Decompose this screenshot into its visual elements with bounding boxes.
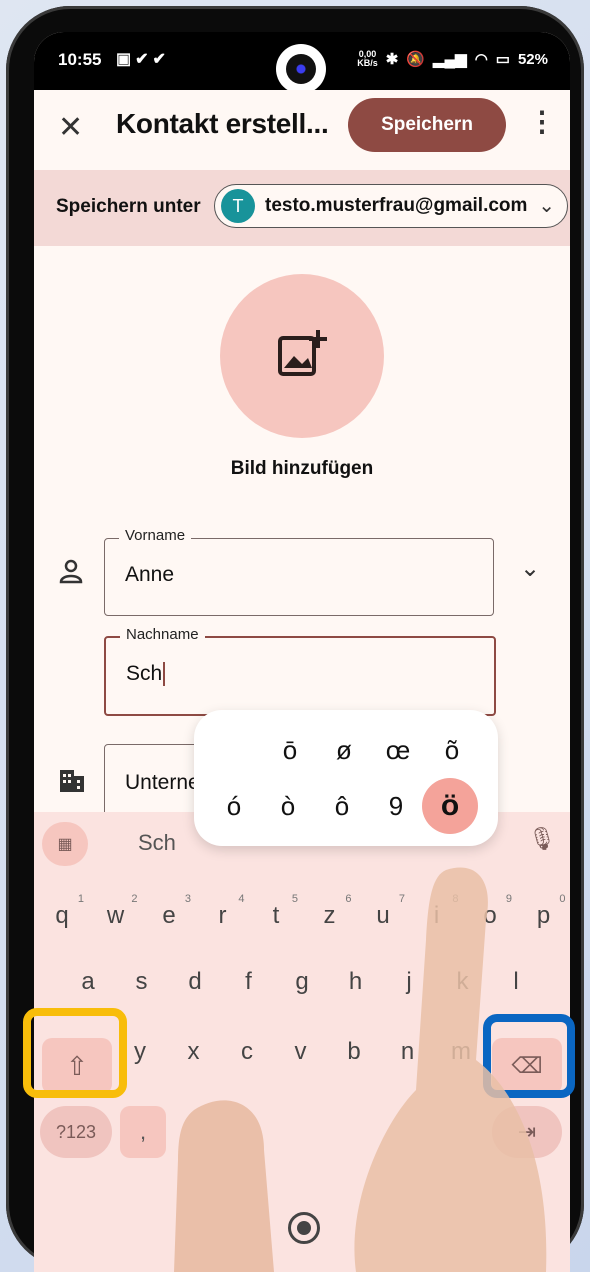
lastname-value-wrap: Sch	[126, 662, 166, 687]
key-q[interactable]: q1	[38, 888, 86, 944]
accent-key-selected[interactable]: ö	[422, 778, 478, 834]
key-w[interactable]: w2	[92, 888, 140, 944]
silent-icon: 🔕	[406, 51, 425, 68]
status-time: 10:55	[58, 50, 102, 69]
accent-key[interactable]: ò	[264, 782, 312, 830]
key-f[interactable]: f	[225, 954, 273, 1010]
signal-icon: ▂▄▆	[432, 51, 467, 68]
save-button[interactable]: Speichern	[348, 98, 506, 152]
key-t[interactable]: t5	[252, 888, 300, 944]
chevron-down-icon: ⌄	[538, 195, 555, 217]
accent-key[interactable]: ô	[318, 782, 366, 830]
avatar: T	[221, 189, 255, 223]
key-v[interactable]: v	[277, 1024, 325, 1080]
save-to-label: Speichern unter	[56, 196, 201, 217]
key-number-hint: 2	[131, 893, 138, 905]
building-icon	[60, 770, 84, 792]
add-photo-label: Bild hinzufügen	[230, 458, 374, 479]
key-number-hint: 3	[184, 893, 191, 905]
account-email: testo.musterfrau@gmail.com	[265, 195, 528, 216]
lastname-field[interactable]: Nachname Sch	[104, 626, 496, 716]
close-icon[interactable]: ✕	[58, 110, 83, 145]
key-g[interactable]: g	[278, 954, 326, 1010]
key-number-hint: 0	[559, 893, 566, 905]
add-photo-button[interactable]	[220, 274, 384, 438]
comma-key[interactable]: ,	[120, 1106, 166, 1158]
account-selector[interactable]: T testo.musterfrau@gmail.com ⌄	[214, 184, 568, 228]
front-camera	[276, 44, 326, 94]
finger-overlay	[354, 867, 547, 1272]
firstname-label: Vorname	[119, 527, 192, 544]
network-speed: 0,00 KB/s	[357, 49, 378, 68]
notification-icons: ▣✔✔	[116, 51, 170, 68]
accent-key[interactable]: ō	[266, 726, 314, 774]
key-e[interactable]: e3	[145, 888, 193, 944]
chevron-down-icon[interactable]: ⌄	[520, 554, 540, 583]
lastname-value: Sch	[126, 662, 163, 685]
account-row: Speichern unter T testo.musterfrau@gmail…	[34, 170, 570, 246]
status-right: 0,00 KB/s ✱ 🔕 ▂▄▆ ◠ ▭ 52%	[357, 49, 548, 69]
accent-key[interactable]: œ	[374, 726, 422, 774]
key-a[interactable]: a	[64, 954, 112, 1010]
mic-icon[interactable]: 🎙	[528, 826, 556, 852]
key-number-hint: 1	[77, 893, 84, 905]
key-number-hint: 5	[291, 893, 298, 905]
key-number-hint: 4	[238, 893, 245, 905]
key-r[interactable]: r4	[199, 888, 247, 944]
app-bar: ✕ Kontakt erstell... Speichern ⋮	[34, 90, 570, 166]
key-c[interactable]: c	[223, 1024, 271, 1080]
accent-key[interactable]: ó	[210, 782, 258, 830]
text-cursor	[163, 662, 166, 687]
battery-percent: 52%	[517, 50, 548, 68]
bluetooth-icon: ✱	[385, 51, 399, 68]
page-title: Kontakt erstell...	[116, 108, 329, 139]
accent-key[interactable]: õ	[428, 726, 476, 774]
firstname-value: Anne	[125, 563, 175, 586]
key-d[interactable]: d	[171, 954, 219, 1010]
battery-icon: ▭	[495, 51, 510, 68]
key-s[interactable]: s	[118, 954, 166, 1010]
suggestion[interactable]: Sch	[138, 830, 176, 856]
accent-popup: ōøœõ óòô9ö	[194, 710, 498, 846]
wifi-icon: ◠	[474, 51, 488, 68]
accent-key[interactable]: ø	[320, 726, 368, 774]
lastname-label: Nachname	[120, 626, 205, 643]
key-x[interactable]: x	[170, 1024, 218, 1080]
firstname-field[interactable]: Vorname Anne	[104, 527, 494, 616]
person-icon	[59, 559, 83, 584]
add-photo-icon	[278, 330, 327, 376]
thumb-overlay	[174, 1100, 274, 1272]
apps-grid-icon[interactable]: ▦	[42, 822, 88, 866]
accent-key[interactable]: 9	[372, 782, 420, 830]
symbols-key[interactable]: ?123	[40, 1106, 112, 1158]
highlight-shift	[23, 1008, 127, 1098]
more-vert-icon[interactable]: ⋮	[528, 108, 556, 136]
